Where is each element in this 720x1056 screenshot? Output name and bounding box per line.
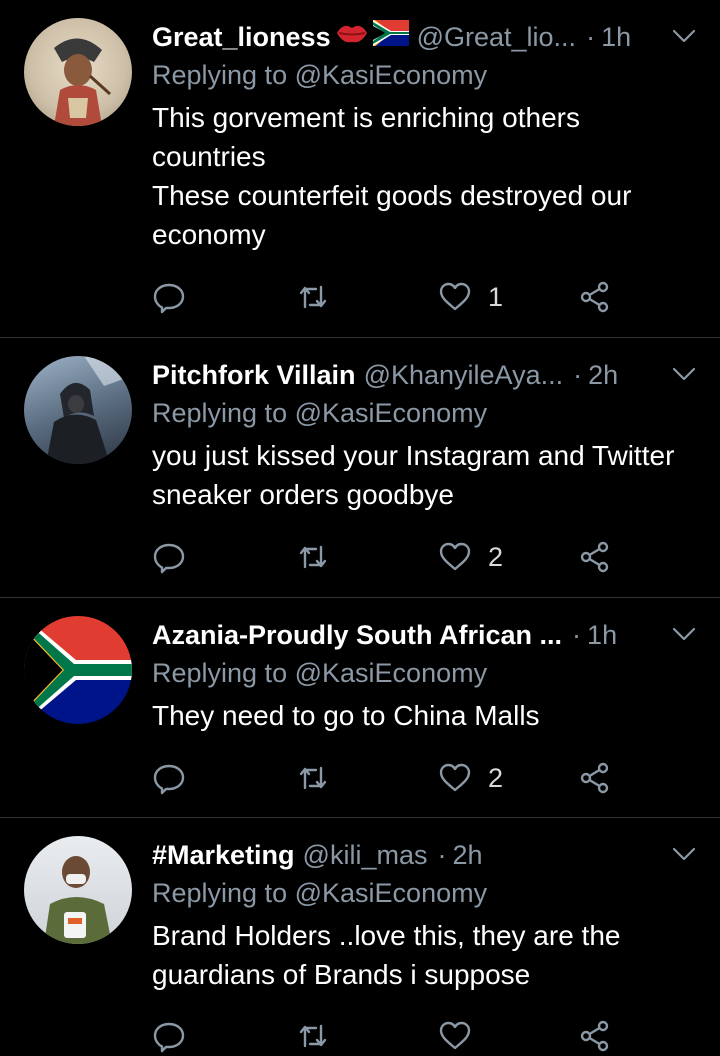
tweet-text-line: This gorvement is enriching others count… (152, 102, 580, 172)
replying-to-line: Replying to @KasiEconomy (152, 394, 696, 432)
display-name[interactable]: Azania-Proudly South African ... (152, 616, 562, 654)
retweet-icon (299, 545, 327, 569)
tweet-text: Brand Holders ..love this, they are the … (152, 916, 696, 994)
replying-to-line: Replying to @KasiEconomy (152, 56, 696, 94)
separator-dot: · (573, 360, 583, 390)
replying-to-label: Replying to (152, 658, 288, 688)
like-count: 2 (488, 762, 504, 793)
timestamp[interactable]: 2h (452, 836, 482, 874)
tweet-text: This gorvement is enriching others count… (152, 98, 696, 254)
separator-dot: · (586, 22, 596, 52)
like-count: 1 (488, 281, 504, 312)
timestamp[interactable]: 1h (601, 18, 631, 56)
retweet-button[interactable] (296, 758, 330, 798)
retweet-icon (299, 766, 327, 790)
like-button[interactable]: 1 (438, 277, 503, 317)
replying-to-mention[interactable]: @KasiEconomy (295, 658, 487, 688)
tweet-3[interactable]: Azania-Proudly South African ... · 1h Re… (0, 598, 720, 818)
like-button[interactable]: 2 (438, 537, 503, 577)
chevron-down-icon[interactable] (672, 364, 696, 384)
replying-to-mention[interactable]: @KasiEconomy (295, 60, 487, 90)
like-button[interactable] (438, 1016, 488, 1056)
avatar-illustration (44, 856, 112, 944)
reply-button[interactable] (152, 537, 186, 577)
avatar-illustration (54, 38, 112, 126)
tweet-4[interactable]: #Marketing @kili_mas · 2h Replying to @K… (0, 818, 720, 1053)
user-handle[interactable]: @KhanyileAya... (364, 356, 564, 394)
chevron-down-icon[interactable] (672, 844, 696, 864)
avatar[interactable] (24, 356, 132, 464)
reply-bubble-icon (153, 1022, 185, 1053)
retweet-button[interactable] (296, 277, 330, 317)
avatar[interactable] (24, 616, 132, 724)
like-count: 2 (488, 541, 504, 572)
display-name[interactable]: #Marketing (152, 836, 295, 874)
reply-button[interactable] (152, 758, 186, 798)
tweet-1[interactable]: Great_lioness @Great_lio... · 1h Replyin… (0, 0, 720, 338)
reply-bubble-icon (153, 283, 185, 314)
reply-button[interactable] (152, 1016, 186, 1056)
retweet-icon (299, 285, 327, 309)
share-icon (580, 281, 609, 313)
timestamp[interactable]: 1h (587, 616, 617, 654)
tweet-text-line: They need to go to China Malls (152, 700, 540, 731)
retweet-button[interactable] (296, 1016, 330, 1056)
heart-icon (439, 282, 471, 311)
avatar[interactable] (24, 18, 132, 126)
share-button[interactable] (578, 758, 612, 798)
separator-dot: · (437, 840, 447, 870)
retweet-button[interactable] (296, 537, 330, 577)
reply-bubble-icon (153, 543, 185, 574)
replying-to-line: Replying to @KasiEconomy (152, 654, 696, 692)
like-button[interactable]: 2 (438, 758, 503, 798)
reply-bubble-icon (153, 764, 185, 795)
retweet-icon (299, 1024, 327, 1048)
display-name[interactable]: Pitchfork Villain (152, 356, 356, 394)
south-africa-flag-icon (371, 18, 409, 56)
share-button[interactable] (578, 1016, 612, 1056)
share-icon (580, 762, 609, 794)
heart-icon (439, 1021, 471, 1050)
replying-to-mention[interactable]: @KasiEconomy (295, 398, 487, 428)
replying-to-label: Replying to (152, 878, 288, 908)
action-bar (152, 1016, 632, 1056)
lips-emoji-icon (335, 18, 369, 56)
heart-icon (439, 542, 471, 571)
user-handle[interactable]: @kili_mas (303, 836, 428, 874)
action-bar: 2 (152, 758, 632, 798)
chevron-down-icon[interactable] (672, 624, 696, 644)
tweet-text-line: These counterfeit goods destroyed our ec… (152, 180, 632, 250)
replying-to-line: Replying to @KasiEconomy (152, 874, 696, 912)
user-handle[interactable]: @Great_lio... (417, 18, 576, 56)
replying-to-label: Replying to (152, 60, 288, 90)
south-africa-flag-avatar (24, 616, 132, 724)
separator-dot: · (572, 620, 582, 650)
replying-to-mention[interactable]: @KasiEconomy (295, 878, 487, 908)
avatar-illustration (46, 356, 132, 464)
tweet-text: They need to go to China Malls (152, 696, 696, 735)
tweet-text: you just kissed your Instagram and Twitt… (152, 436, 696, 514)
replying-to-label: Replying to (152, 398, 288, 428)
heart-icon (439, 763, 471, 792)
reply-button[interactable] (152, 277, 186, 317)
tweet-text-line: Brand Holders ..love this, they are the … (152, 920, 621, 990)
share-button[interactable] (578, 277, 612, 317)
avatar[interactable] (24, 836, 132, 944)
tweet-text-line: you just kissed your Instagram and Twitt… (152, 440, 675, 510)
share-icon (580, 1020, 609, 1052)
chevron-down-icon[interactable] (672, 26, 696, 46)
timestamp[interactable]: 2h (588, 356, 618, 394)
share-button[interactable] (578, 537, 612, 577)
action-bar: 1 (152, 277, 632, 317)
share-icon (580, 541, 609, 573)
display-name[interactable]: Great_lioness (152, 18, 331, 56)
tweet-2[interactable]: Pitchfork Villain @KhanyileAya... · 2h R… (0, 338, 720, 598)
action-bar: 2 (152, 537, 632, 577)
